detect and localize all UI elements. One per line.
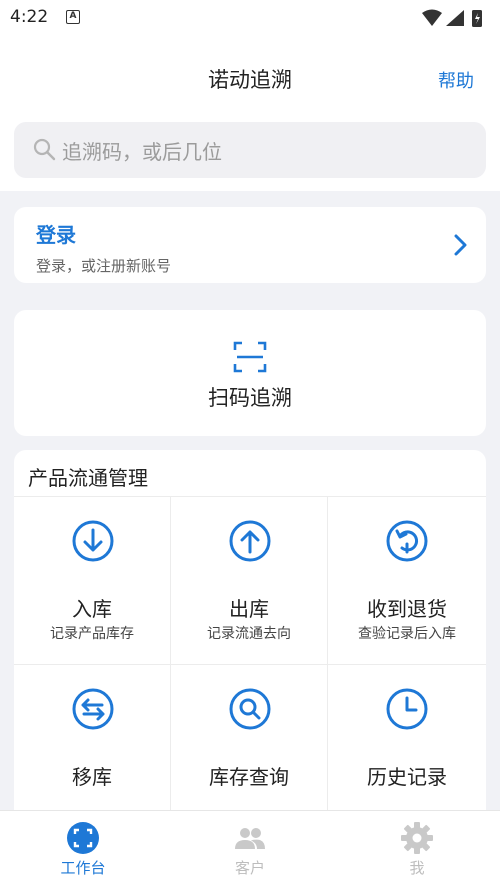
status-time: 4:22 [10, 7, 49, 27]
wifi-icon [422, 9, 442, 26]
search-icon [33, 138, 56, 161]
history-button[interactable]: 历史记录 [328, 665, 486, 810]
workbench-icon [67, 822, 99, 854]
clock-circle-icon [386, 688, 428, 730]
section-title: 产品流通管理 [28, 466, 148, 490]
search-placeholder: 追溯码，或后几位 [62, 140, 222, 164]
grid-item-label: 收到退货 [367, 597, 447, 621]
status-icons [422, 9, 482, 27]
arrow-down-circle-icon [72, 520, 114, 562]
return-circle-icon [386, 520, 428, 562]
grid-item-sub: 记录流通去向 [207, 626, 291, 642]
tab-label: 工作台 [60, 859, 106, 877]
grid-item-label: 历史记录 [367, 765, 447, 789]
tab-bar: 工作台 客户 我 [0, 810, 500, 888]
search-input[interactable]: 追溯码，或后几位 [14, 122, 486, 178]
tab-label: 我 [409, 859, 425, 877]
grid-item-sub: 查验记录后入库 [358, 626, 456, 642]
arrow-up-circle-icon [229, 520, 271, 562]
page-title: 诺动追溯 [208, 68, 292, 92]
grid-item-label: 入库 [72, 597, 112, 621]
help-link[interactable]: 帮助 [438, 67, 474, 93]
login-subtitle: 登录，或注册新账号 [36, 257, 172, 275]
returns-button[interactable]: 收到退货 查验记录后入库 [328, 497, 486, 665]
grid-item-sub: 记录产品库存 [50, 626, 134, 642]
product-management-card: 产品流通管理 入库 记录产品库存 出库 记录流通去向 收到退货 查验记录后入库 … [14, 450, 486, 810]
stock-in-button[interactable]: 入库 记录产品库存 [14, 497, 171, 665]
header: 诺动追溯 帮助 追溯码，或后几位 [0, 36, 500, 191]
scan-label: 扫码追溯 [208, 386, 292, 410]
grid-item-label: 出库 [229, 597, 269, 621]
tab-me[interactable]: 我 [334, 811, 500, 888]
chevron-right-icon [454, 234, 467, 256]
transfer-button[interactable]: 移库 [14, 665, 171, 810]
tab-workbench[interactable]: 工作台 [0, 811, 166, 888]
tab-customers[interactable]: 客户 [167, 811, 333, 888]
signal-icon [446, 10, 464, 26]
scan-card[interactable]: 扫码追溯 [14, 310, 486, 436]
search-circle-icon [229, 688, 271, 730]
grid-item-label: 移库 [72, 765, 112, 789]
management-grid: 入库 记录产品库存 出库 记录流通去向 收到退货 查验记录后入库 移库 库存查询… [14, 496, 486, 810]
login-card[interactable]: 登录 登录，或注册新账号 [14, 207, 486, 283]
inventory-query-button[interactable]: 库存查询 [171, 665, 328, 810]
users-icon [235, 828, 265, 849]
notification-icon: A [66, 10, 80, 24]
status-bar: 4:22 A [0, 0, 500, 36]
login-title: 登录 [36, 223, 76, 247]
grid-item-label: 库存查询 [209, 765, 289, 789]
tab-label: 客户 [234, 859, 265, 877]
transfer-circle-icon [72, 688, 114, 730]
stock-out-button[interactable]: 出库 记录流通去向 [171, 497, 328, 665]
gear-icon [401, 822, 433, 854]
scan-icon [233, 341, 267, 373]
